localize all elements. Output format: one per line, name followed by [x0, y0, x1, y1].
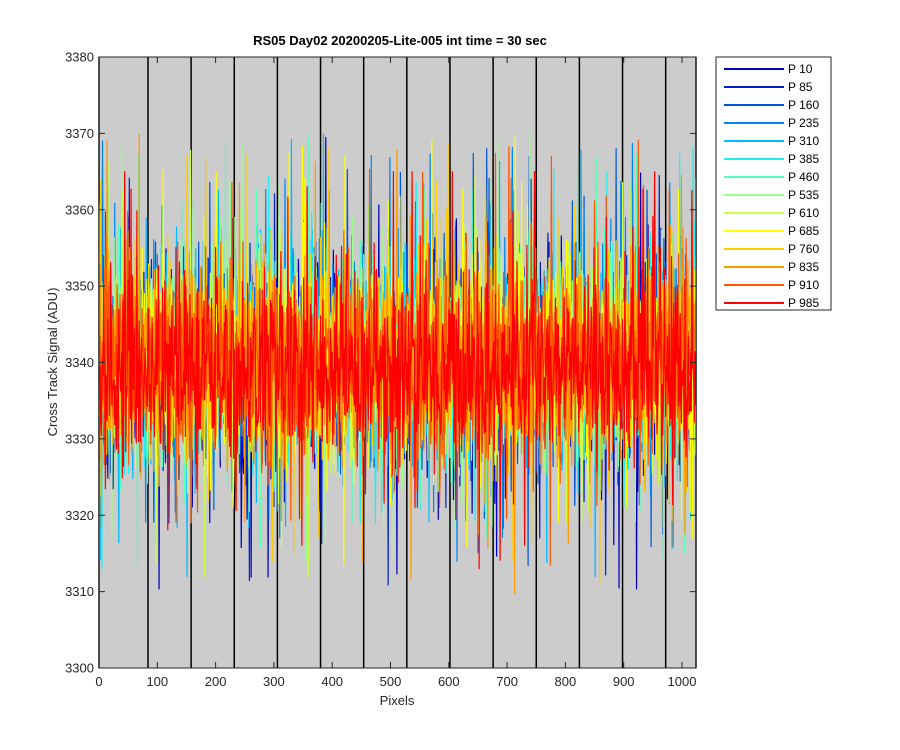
- x-tick-label-0: 0: [95, 674, 102, 689]
- x-tick-label-100: 100: [146, 674, 168, 689]
- figure: RS05 Day02 20200205-Lite-005 int time = …: [0, 0, 900, 750]
- legend-label-p-835: P 835: [788, 260, 819, 274]
- chart-title: RS05 Day02 20200205-Lite-005 int time = …: [253, 33, 547, 48]
- legend-label-p-310: P 310: [788, 134, 819, 148]
- x-tick-label-200: 200: [205, 674, 227, 689]
- legend-label-p-385: P 385: [788, 152, 819, 166]
- x-tick-label-800: 800: [555, 674, 577, 689]
- x-tick-label-1000: 1000: [668, 674, 697, 689]
- y-tick-label-3350: 3350: [65, 279, 94, 294]
- x-tick-label-600: 600: [438, 674, 460, 689]
- legend-label-p-10: P 10: [788, 62, 813, 76]
- legend-label-p-760: P 760: [788, 242, 819, 256]
- legend-label-p-610: P 610: [788, 206, 819, 220]
- legend-label-p-160: P 160: [788, 98, 819, 112]
- legend-label-p-535: P 535: [788, 188, 819, 202]
- legend-label-p-910: P 910: [788, 278, 819, 292]
- y-tick-label-3370: 3370: [65, 126, 94, 141]
- legend-label-p-460: P 460: [788, 170, 819, 184]
- legend-label-p-85: P 85: [788, 80, 813, 94]
- y-tick-label-3340: 3340: [65, 355, 94, 370]
- y-tick-label-3310: 3310: [65, 584, 94, 599]
- legend-label-p-985: P 985: [788, 296, 819, 310]
- x-tick-label-400: 400: [321, 674, 343, 689]
- x-tick-label-700: 700: [496, 674, 518, 689]
- legend: P 10 P 85 P 160 P 235 P 310 P 385 P 460 P 535 P …: [715, 56, 832, 311]
- y-tick-label-3320: 3320: [65, 508, 94, 523]
- x-tick-label-900: 900: [613, 674, 635, 689]
- chart-svg: RS05 Day02 20200205-Lite-005 int time = …: [45, 33, 832, 708]
- x-tick-label-500: 500: [380, 674, 402, 689]
- x-axis-label: Pixels: [380, 693, 415, 708]
- y-tick-label-3300: 3300: [65, 661, 94, 676]
- y-tick-label-3330: 3330: [65, 431, 94, 446]
- y-axis-label: Cross Track Signal (ADU): [45, 288, 60, 437]
- legend-label-p-235: P 235: [788, 116, 819, 130]
- x-tick-label-300: 300: [263, 674, 285, 689]
- legend-label-p-685: P 685: [788, 224, 819, 238]
- y-tick-label-3360: 3360: [65, 202, 94, 217]
- y-tick-label-3380: 3380: [65, 50, 94, 65]
